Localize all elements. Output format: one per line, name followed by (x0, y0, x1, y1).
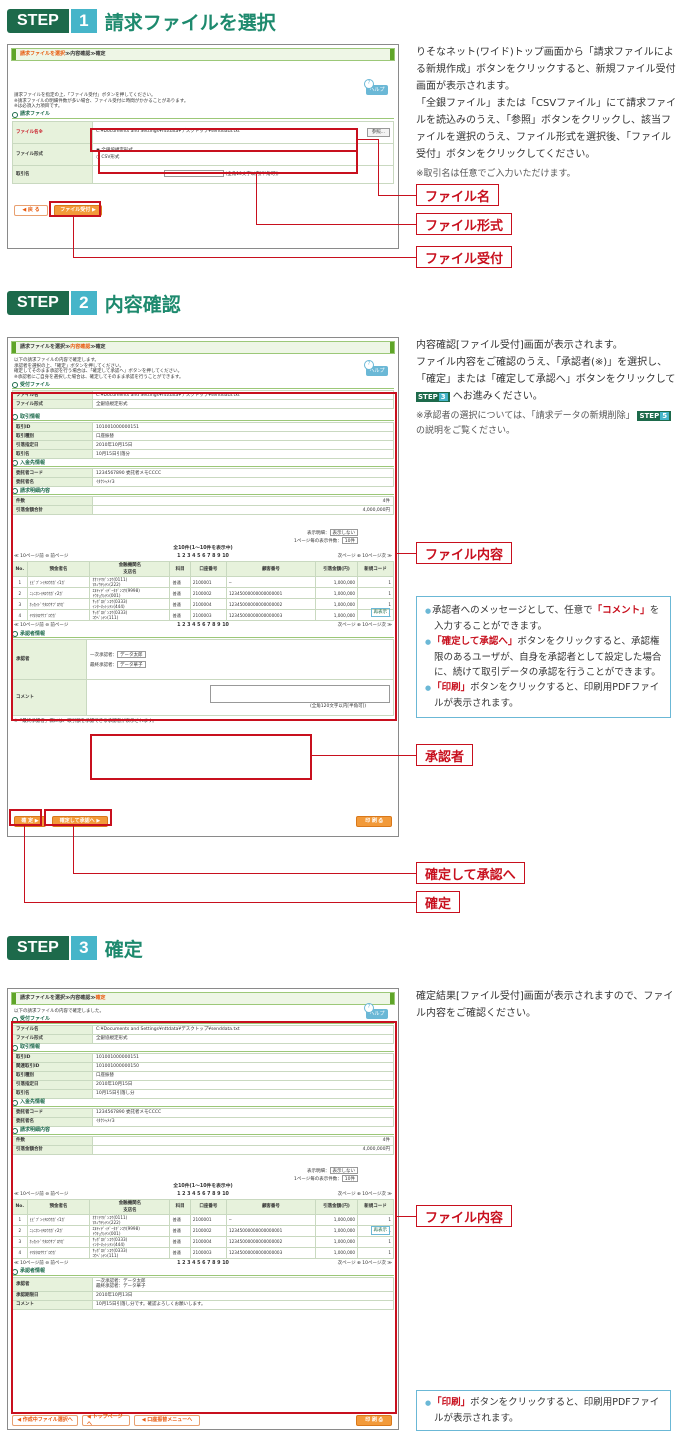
section-file: 受付ファイル (12, 382, 394, 390)
step-title: 確定 (104, 938, 143, 961)
format-label: ファイル形式 (12, 142, 93, 166)
highlight-filename (90, 128, 358, 152)
step2-info-box: 承認者へのメッセージとして、任意で「コメント」を入力することができます。 「確定… (416, 596, 671, 718)
highlight-approver (90, 734, 312, 780)
step3-description: 確定結果[ファイル受付]画面が表示されますので、ファイル内容をご確認ください。 (416, 991, 674, 1019)
step-label: STEP (7, 936, 69, 960)
help-button[interactable]: ヘルプ (364, 1003, 388, 1019)
step-1-heading: STEP 1 請求ファイルを選択 (7, 8, 276, 34)
help-button[interactable]: ヘルプ (364, 360, 388, 376)
highlight-format (98, 150, 358, 174)
step-3-heading: STEP 3 確定 (7, 935, 143, 961)
back-to-drafts-button[interactable]: ◀ 作成中ファイル選択へ (12, 1415, 78, 1426)
step2-description: 内容確認[ファイル受付]画面が表示されます。 ファイル内容をご確認のうえ、「承認… (416, 340, 676, 436)
back-button[interactable]: ◀ 戻 る (14, 205, 48, 216)
callout-confirm-approve: 確定して承認へ (416, 862, 525, 884)
step-number: 2 (70, 291, 97, 315)
instructions: 以下の請求ファイルの内容で確定します。 承認者を選択の上、「確定」ボタンを押してく… (14, 358, 184, 380)
file-label: ファイル名※ (12, 120, 93, 144)
step3-badge: STEP 3 (416, 392, 450, 402)
step3-info-box: 「印刷」ボタンをクリックすると、印刷用PDFファイルが表示されます。 (416, 1390, 671, 1431)
print-button[interactable]: 印 刷 ⎙ (356, 816, 392, 827)
step-label: STEP (7, 291, 69, 315)
callout-approver: 承認者 (416, 744, 474, 766)
step-2-heading: STEP 2 内容確認 (7, 290, 181, 316)
highlight-confirm-approve (44, 809, 112, 826)
highlight-accept (49, 201, 101, 217)
callout-confirm: 確定 (416, 891, 461, 913)
step1-description: りそなネット(ワイド)トップ画面から「請求ファイルによる新規作成」ボタンをクリッ… (416, 47, 677, 179)
callout-accept: ファイル受付 (416, 246, 513, 268)
callout-format: ファイル形式 (416, 213, 513, 235)
highlight-file-content (11, 1021, 397, 1414)
step-number: 1 (70, 9, 97, 33)
step-title: 請求ファイルを選択 (104, 11, 276, 34)
help-button[interactable]: ヘルプ (364, 79, 388, 95)
breadcrumb: 請求ファイルを選択 ≫ 内容確認 ≫ 確定 (11, 341, 395, 354)
highlight-confirm (9, 809, 42, 826)
callout-filename: ファイル名 (416, 184, 500, 206)
callout-file-content: ファイル内容 (416, 542, 513, 564)
step-title: 内容確認 (104, 293, 181, 316)
memo-label: 取引名 (12, 164, 93, 184)
callout-file-content: ファイル内容 (416, 1205, 513, 1227)
breadcrumb: 請求ファイルを選択 ≫ 内容確認 ≫ 確定 (11, 992, 395, 1005)
step-number: 3 (70, 936, 97, 960)
print-button[interactable]: 印 刷 ⎙ (356, 1415, 392, 1426)
step-label: STEP (7, 9, 69, 33)
section-header: 請求ファイル (12, 111, 394, 119)
highlight-file-content (11, 392, 397, 721)
instructions: 請求ファイルを指定の上、「ファイル受付」ボタンを押してください。 ※請求ファイルの… (14, 93, 189, 110)
browse-button[interactable]: 参照... (366, 127, 390, 137)
breadcrumb: 請求ファイルを選択 ≫ 内容確認 ≫ 確定 (11, 48, 395, 61)
back-to-menu-button[interactable]: ◀ 口座振替メニューへ (134, 1415, 200, 1426)
back-to-top-button[interactable]: ◀ トップページへ (82, 1414, 130, 1427)
